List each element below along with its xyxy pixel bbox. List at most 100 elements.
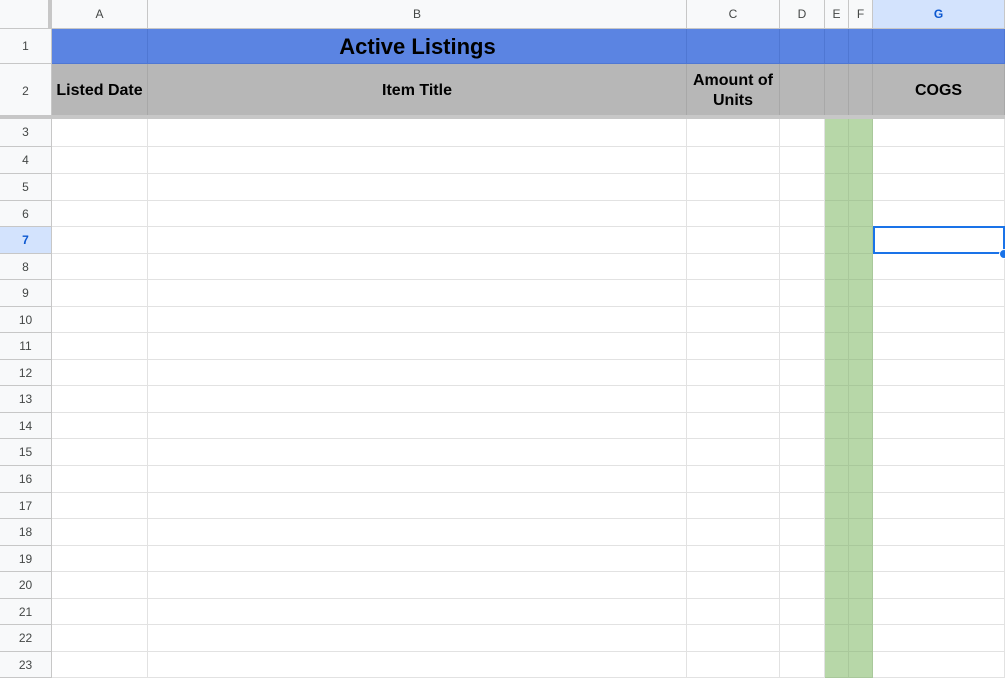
cell-b20[interactable] [148,572,687,599]
cell-f11[interactable] [849,333,873,360]
row-header-17[interactable]: 17 [0,493,52,519]
row-header-20[interactable]: 20 [0,572,52,599]
row-header-1[interactable]: 1 [0,29,52,64]
select-all-corner[interactable] [0,0,52,29]
cell-e10[interactable] [825,307,849,333]
cell-c16[interactable] [687,466,780,493]
cell-c11[interactable] [687,333,780,360]
cell-a20[interactable] [52,572,148,599]
cell-g1[interactable] [873,29,1005,64]
cell-e6[interactable] [825,201,849,227]
cell-f6[interactable] [849,201,873,227]
cell-c10[interactable] [687,307,780,333]
cell-d22[interactable] [780,625,825,652]
cell-a1[interactable] [52,29,148,64]
cell-b3[interactable] [148,118,687,147]
cell-g15[interactable] [873,439,1005,466]
cell-e1[interactable] [825,29,849,64]
cell-d17[interactable] [780,493,825,519]
cell-b16[interactable] [148,466,687,493]
cell-f12[interactable] [849,360,873,386]
cell-f16[interactable] [849,466,873,493]
cell-g18[interactable] [873,519,1005,546]
active-cell-selection[interactable] [873,226,1005,254]
header-cell-d2[interactable] [780,64,825,118]
cell-g20[interactable] [873,572,1005,599]
cell-g8[interactable] [873,254,1005,280]
cell-g4[interactable] [873,147,1005,174]
cell-c17[interactable] [687,493,780,519]
cell-f14[interactable] [849,413,873,439]
cell-f4[interactable] [849,147,873,174]
cell-b6[interactable] [148,201,687,227]
row-header-18[interactable]: 18 [0,519,52,546]
cell-g19[interactable] [873,546,1005,572]
cell-c23[interactable] [687,652,780,678]
cell-d14[interactable] [780,413,825,439]
row-header-9[interactable]: 9 [0,280,52,307]
cell-e22[interactable] [825,625,849,652]
cell-e21[interactable] [825,599,849,625]
row-header-3[interactable]: 3 [0,118,52,147]
cell-b11[interactable] [148,333,687,360]
cell-c5[interactable] [687,174,780,201]
cell-c14[interactable] [687,413,780,439]
cell-b15[interactable] [148,439,687,466]
row-header-5[interactable]: 5 [0,174,52,201]
cell-d15[interactable] [780,439,825,466]
cell-a17[interactable] [52,493,148,519]
cell-e23[interactable] [825,652,849,678]
cell-a4[interactable] [52,147,148,174]
cell-f9[interactable] [849,280,873,307]
cell-b7[interactable] [148,227,687,254]
cell-d18[interactable] [780,519,825,546]
cell-a21[interactable] [52,599,148,625]
cell-a10[interactable] [52,307,148,333]
column-header-d[interactable]: D [780,0,825,29]
cell-e7[interactable] [825,227,849,254]
cell-a14[interactable] [52,413,148,439]
cell-f19[interactable] [849,546,873,572]
cell-e4[interactable] [825,147,849,174]
column-header-f[interactable]: F [849,0,873,29]
cell-e20[interactable] [825,572,849,599]
cell-b10[interactable] [148,307,687,333]
cell-d4[interactable] [780,147,825,174]
cell-b4[interactable] [148,147,687,174]
cell-d10[interactable] [780,307,825,333]
row-header-8[interactable]: 8 [0,254,52,280]
row-header-4[interactable]: 4 [0,147,52,174]
header-cell-b2[interactable]: Item Title [148,64,687,118]
row-header-21[interactable]: 21 [0,599,52,625]
cell-f13[interactable] [849,386,873,413]
cell-g13[interactable] [873,386,1005,413]
cell-d6[interactable] [780,201,825,227]
header-cell-g2[interactable]: COGS [873,64,1005,118]
cell-f22[interactable] [849,625,873,652]
header-cell-a2[interactable]: Listed Date [52,64,148,118]
cell-b9[interactable] [148,280,687,307]
cell-g22[interactable] [873,625,1005,652]
cell-g16[interactable] [873,466,1005,493]
cell-d9[interactable] [780,280,825,307]
cell-a5[interactable] [52,174,148,201]
cell-d23[interactable] [780,652,825,678]
cell-f1[interactable] [849,29,873,64]
cell-f20[interactable] [849,572,873,599]
cell-g14[interactable] [873,413,1005,439]
column-header-e[interactable]: E [825,0,849,29]
column-header-c[interactable]: C [687,0,780,29]
cell-c4[interactable] [687,147,780,174]
cell-a7[interactable] [52,227,148,254]
cell-e17[interactable] [825,493,849,519]
cell-a9[interactable] [52,280,148,307]
cell-d11[interactable] [780,333,825,360]
cell-b12[interactable] [148,360,687,386]
cell-b5[interactable] [148,174,687,201]
cell-e13[interactable] [825,386,849,413]
cell-e8[interactable] [825,254,849,280]
cell-e16[interactable] [825,466,849,493]
row-header-2[interactable]: 2 [0,64,52,118]
cell-c7[interactable] [687,227,780,254]
cell-g17[interactable] [873,493,1005,519]
